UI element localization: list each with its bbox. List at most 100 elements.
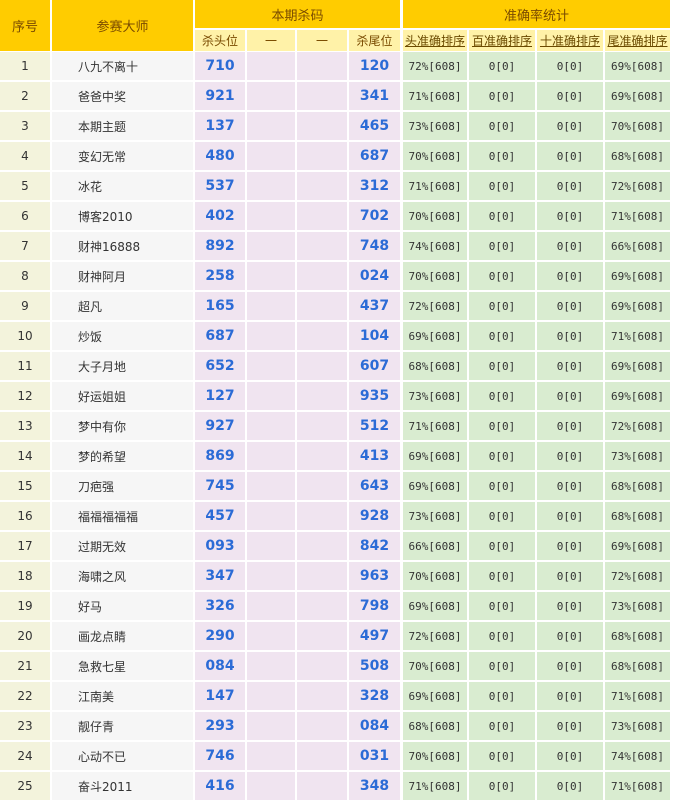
kill-head-value: 537 <box>195 172 245 200</box>
sort-link-stat-col[interactable]: 百准确排序 <box>469 30 535 51</box>
sort-link-stat-col[interactable]: 尾准确排序 <box>605 30 670 51</box>
kill-empty-cell <box>247 652 295 680</box>
stat-hundreds-accuracy: 0[0] <box>469 622 535 650</box>
stat-tail-accuracy: 71%[608] <box>605 202 670 230</box>
row-index: 8 <box>0 262 50 290</box>
master-name: 江南美 <box>52 682 193 710</box>
stat-head-accuracy: 69%[608] <box>403 682 467 710</box>
kill-empty-cell <box>297 742 347 770</box>
master-name: 变幻无常 <box>52 142 193 170</box>
stat-tail-accuracy: 70%[608] <box>605 112 670 140</box>
stat-head-accuracy: 69%[608] <box>403 592 467 620</box>
stat-tens-accuracy: 0[0] <box>537 562 603 590</box>
kill-empty-cell <box>247 262 295 290</box>
kill-empty-cell <box>297 532 347 560</box>
stat-tail-accuracy: 69%[608] <box>605 292 670 320</box>
kill-head-value: 137 <box>195 112 245 140</box>
stat-tens-accuracy: 0[0] <box>537 262 603 290</box>
kill-head-value: 093 <box>195 532 245 560</box>
kill-empty-cell <box>297 292 347 320</box>
stat-tail-accuracy: 72%[608] <box>605 172 670 200</box>
stat-tens-accuracy: 0[0] <box>537 82 603 110</box>
stat-head-accuracy: 70%[608] <box>403 202 467 230</box>
kill-tail-value: 437 <box>349 292 400 320</box>
stat-tail-accuracy: 71%[608] <box>605 772 670 800</box>
kill-head-value: 416 <box>195 772 245 800</box>
kill-empty-cell <box>297 322 347 350</box>
master-name: 梦的希望 <box>52 442 193 470</box>
master-name: 海啸之风 <box>52 562 193 590</box>
kill-empty-cell <box>247 502 295 530</box>
kill-tail-value: 607 <box>349 352 400 380</box>
kill-empty-cell <box>297 112 347 140</box>
row-index: 2 <box>0 82 50 110</box>
stat-tail-accuracy: 68%[608] <box>605 472 670 500</box>
kill-empty-cell <box>247 472 295 500</box>
master-name: 财神16888 <box>52 232 193 260</box>
stat-hundreds-accuracy: 0[0] <box>469 442 535 470</box>
kill-head-value: 258 <box>195 262 245 290</box>
kill-tail-value: 842 <box>349 532 400 560</box>
kill-tail-value: 935 <box>349 382 400 410</box>
kill-empty-cell <box>297 592 347 620</box>
kill-head-value: 127 <box>195 382 245 410</box>
stat-tail-accuracy: 69%[608] <box>605 82 670 110</box>
master-name: 好运姐姐 <box>52 382 193 410</box>
stat-head-accuracy: 68%[608] <box>403 712 467 740</box>
stat-tens-accuracy: 0[0] <box>537 232 603 260</box>
kill-tail-value: 465 <box>349 112 400 140</box>
master-name: 急救七星 <box>52 652 193 680</box>
stat-tens-accuracy: 0[0] <box>537 172 603 200</box>
kill-empty-cell <box>297 142 347 170</box>
stat-tens-accuracy: 0[0] <box>537 382 603 410</box>
header-kill-col: 一 <box>297 30 347 51</box>
master-name: 八九不离十 <box>52 52 193 80</box>
stat-tail-accuracy: 68%[608] <box>605 622 670 650</box>
stat-tens-accuracy: 0[0] <box>537 712 603 740</box>
row-index: 11 <box>0 352 50 380</box>
stat-head-accuracy: 71%[608] <box>403 772 467 800</box>
stat-tens-accuracy: 0[0] <box>537 292 603 320</box>
stat-tens-accuracy: 0[0] <box>537 772 603 800</box>
stat-hundreds-accuracy: 0[0] <box>469 772 535 800</box>
stat-tens-accuracy: 0[0] <box>537 682 603 710</box>
kill-tail-value: 031 <box>349 742 400 770</box>
kill-head-value: 347 <box>195 562 245 590</box>
stat-tail-accuracy: 69%[608] <box>605 382 670 410</box>
kill-head-value: 746 <box>195 742 245 770</box>
stat-tens-accuracy: 0[0] <box>537 412 603 440</box>
master-name: 冰花 <box>52 172 193 200</box>
sort-link-stat-col[interactable]: 十准确排序 <box>537 30 603 51</box>
row-index: 15 <box>0 472 50 500</box>
kill-empty-cell <box>247 772 295 800</box>
stat-head-accuracy: 66%[608] <box>403 532 467 560</box>
stat-hundreds-accuracy: 0[0] <box>469 172 535 200</box>
row-index: 9 <box>0 292 50 320</box>
kill-tail-value: 120 <box>349 52 400 80</box>
kill-empty-cell <box>247 592 295 620</box>
kill-empty-cell <box>247 712 295 740</box>
rankings-table: 序号 参赛大师 本期杀码 准确率统计 杀头位一一杀尾位 头准确排序 百准确排序 十准确排序 尾准… <box>0 0 675 806</box>
row-index: 17 <box>0 532 50 560</box>
stat-tens-accuracy: 0[0] <box>537 622 603 650</box>
stat-tens-accuracy: 0[0] <box>537 142 603 170</box>
kill-tail-value: 413 <box>349 442 400 470</box>
kill-empty-cell <box>247 292 295 320</box>
row-index: 4 <box>0 142 50 170</box>
stat-head-accuracy: 72%[608] <box>403 622 467 650</box>
kill-empty-cell <box>247 442 295 470</box>
stat-hundreds-accuracy: 0[0] <box>469 412 535 440</box>
stat-tail-accuracy: 72%[608] <box>605 412 670 440</box>
kill-head-value: 921 <box>195 82 245 110</box>
master-name: 靓仔青 <box>52 712 193 740</box>
master-name: 过期无效 <box>52 532 193 560</box>
master-name: 刀疤强 <box>52 472 193 500</box>
stat-hundreds-accuracy: 0[0] <box>469 682 535 710</box>
stat-head-accuracy: 69%[608] <box>403 472 467 500</box>
sort-link-stat-col[interactable]: 头准确排序 <box>403 30 467 51</box>
master-name: 好马 <box>52 592 193 620</box>
kill-empty-cell <box>297 472 347 500</box>
stat-tail-accuracy: 74%[608] <box>605 742 670 770</box>
kill-empty-cell <box>297 562 347 590</box>
stat-head-accuracy: 71%[608] <box>403 172 467 200</box>
